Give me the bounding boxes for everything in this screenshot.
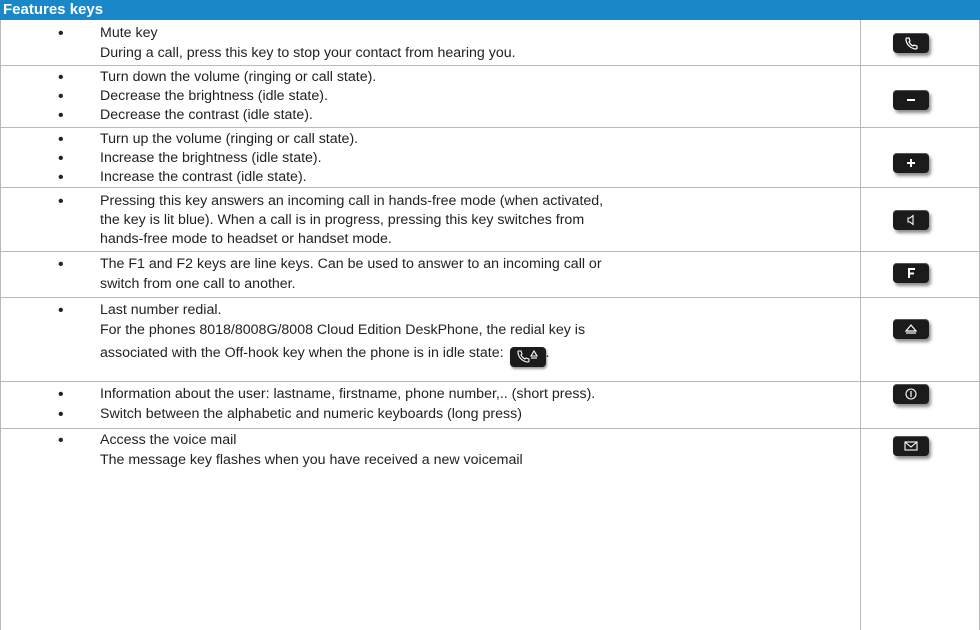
row-text: associated with the Off-hook key when th… — [100, 345, 504, 361]
table-row: • Last number redial. For the phones 801… — [0, 298, 980, 382]
plus-icon — [893, 153, 929, 173]
row-text: Information about the user: lastname, fi… — [100, 386, 596, 402]
table-row: • Turn up the volume (ringing or call st… — [0, 128, 980, 188]
row-text: Switch between the alphabetic and numeri… — [100, 406, 522, 422]
table-row: • Access the voice mail The message key … — [0, 429, 980, 479]
row-text: Increase the contrast (idle state). — [100, 169, 307, 185]
table-header: Features keys — [0, 0, 980, 20]
row-text: During a call, press this key to stop yo… — [100, 45, 516, 61]
row-text: The message key flashes when you have re… — [100, 452, 523, 468]
row-text: Mute key — [100, 25, 158, 41]
row-text: the key is lit blue). When a call is in … — [100, 212, 585, 228]
row-text-end: . — [545, 345, 550, 361]
row-text: switch from one call to another. — [100, 276, 296, 292]
table-row: • Turn down the volume (ringing or call … — [0, 66, 980, 128]
row-text: The F1 and F2 keys are line keys. Can be… — [100, 256, 602, 272]
row-text: For the phones 8018/8008G/8008 Cloud Edi… — [100, 322, 586, 338]
row-text: Access the voice mail — [100, 432, 237, 448]
bullet: • — [58, 25, 64, 42]
table-row: • Information about the user: lastname, … — [0, 382, 980, 429]
row-text: hands-free mode to headset or handset mo… — [100, 231, 392, 247]
row-text: Turn up the volume (ringing or call stat… — [100, 131, 359, 147]
info-icon — [893, 384, 929, 404]
row-text: Decrease the contrast (idle state). — [100, 107, 313, 123]
table-row: • Pressing this key answers an incoming … — [0, 188, 980, 252]
off-hook-redial-icon — [509, 347, 546, 367]
mail-icon — [893, 436, 929, 456]
row-text: Last number redial. — [100, 302, 222, 318]
row-text: Increase the brightness (idle state). — [100, 150, 322, 166]
speaker-icon — [893, 210, 929, 230]
handset-icon — [893, 33, 929, 53]
row-text: Decrease the brightness (idle state). — [100, 88, 328, 104]
row-text: Pressing this key answers an incoming ca… — [100, 193, 604, 209]
table-row: • The F1 and F2 keys are line keys. Can … — [0, 252, 980, 298]
redial-icon — [893, 319, 929, 339]
row-text: Turn down the volume (ringing or call st… — [100, 69, 377, 85]
minus-icon — [893, 90, 929, 110]
f-key-icon — [893, 263, 929, 283]
table-row: • Mute key During a call, press this key… — [0, 20, 980, 66]
